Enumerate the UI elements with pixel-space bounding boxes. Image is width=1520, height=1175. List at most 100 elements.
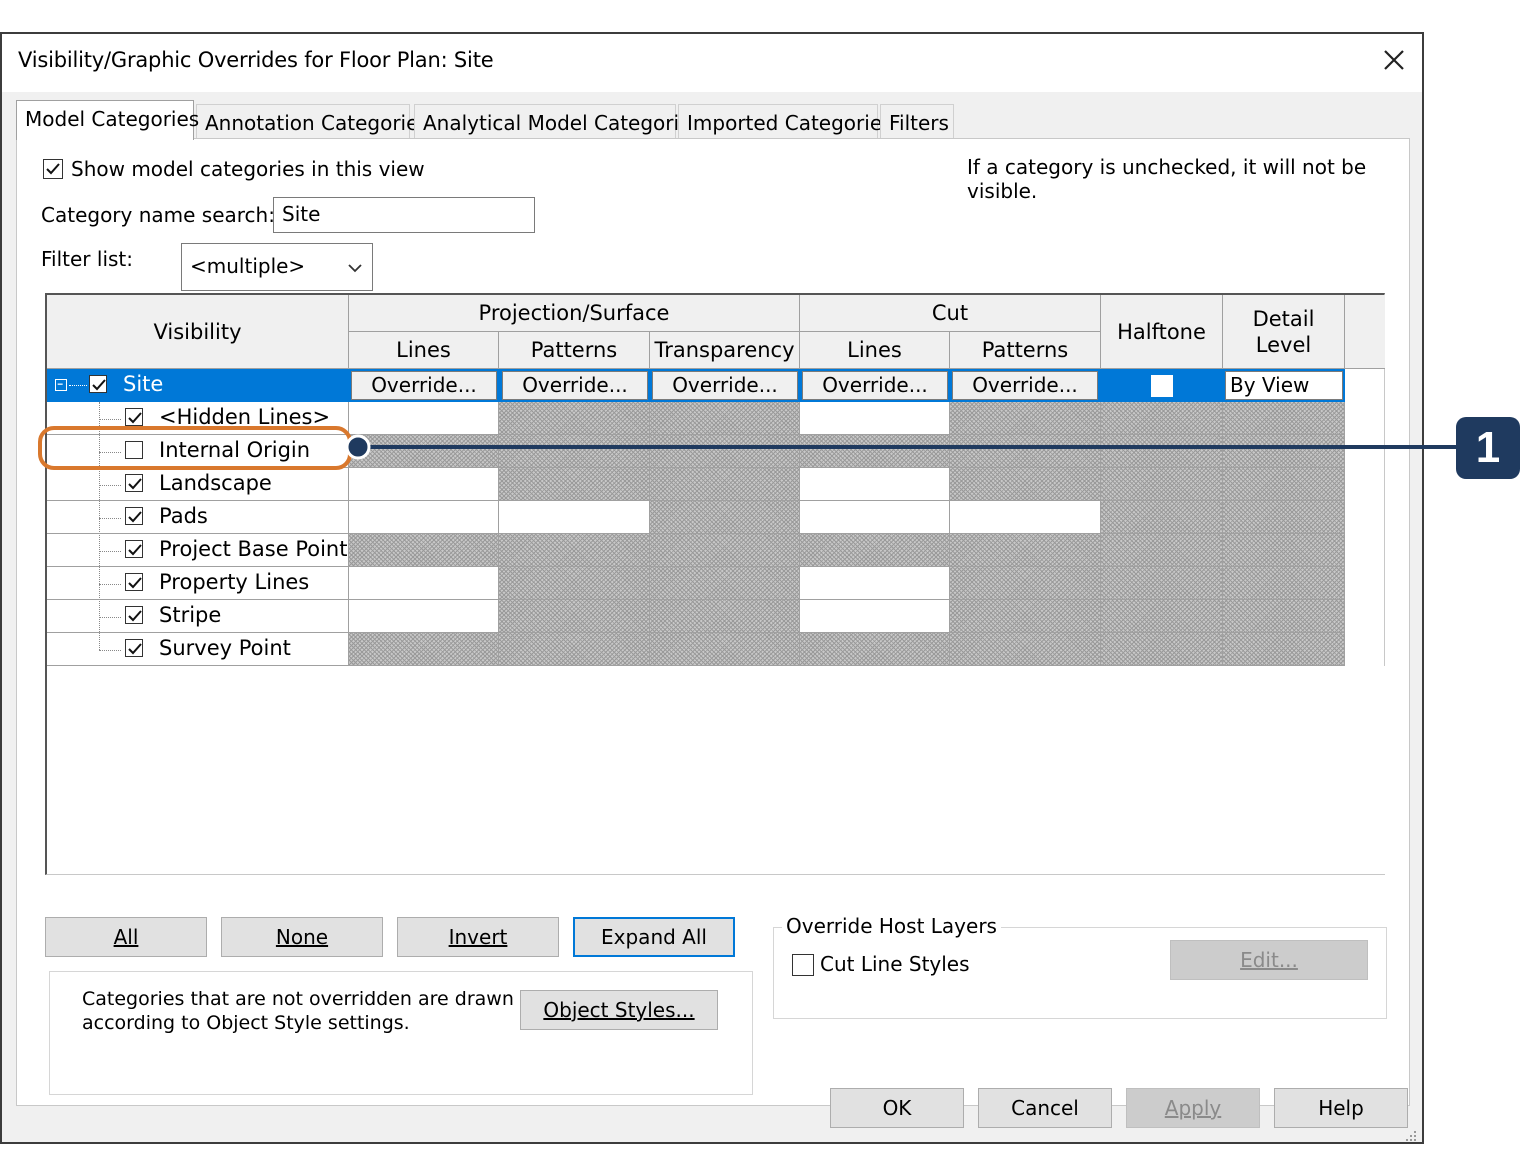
tab-filters[interactable]: Filters [880,104,954,140]
cut-lines-cell[interactable] [800,468,950,501]
visibility-checkbox[interactable] [125,474,143,492]
invert-button[interactable]: Invert [397,917,559,957]
visibility-checkbox[interactable] [125,408,143,426]
show-model-categories-label: Show model categories in this view [71,157,425,181]
visibility-checkbox[interactable] [125,573,143,591]
cut-lines-cell[interactable] [800,600,950,633]
cut-line-styles-checkbox[interactable] [792,954,814,976]
row-name: Landscape [159,471,272,495]
all-button[interactable]: All [45,917,207,957]
tab-annotation-categories[interactable]: Annotation Categories [196,104,429,140]
detail-level-header: Detail Level [1223,295,1345,369]
override-transparency-button[interactable]: Override... [652,371,798,400]
cut-lines-cell[interactable] [800,567,950,600]
proj-lines-cell[interactable] [349,468,499,501]
cut-lines-cell[interactable] [800,402,950,435]
apply-button[interactable]: Apply [1126,1088,1260,1128]
table-row[interactable]: Internal Origin [47,435,1345,468]
tree-connector [99,551,121,552]
tree-connector [99,419,121,420]
table-row[interactable]: Pads [47,501,1345,534]
proj-patterns-cell [499,468,650,501]
transparency-cell [650,402,800,435]
tree-connector [99,518,121,519]
cut-patterns-cell[interactable] [950,501,1101,534]
cut-lines-cell[interactable] [800,501,950,534]
row-name-cell: Property Lines [47,567,349,600]
cancel-button[interactable]: Cancel [978,1088,1112,1128]
table-row[interactable]: Survey Point [47,633,1345,666]
row-name-cell: Landscape [47,468,349,501]
close-icon[interactable] [1378,44,1410,76]
proj-patterns-cell [499,633,650,666]
callout-number: 1 [1475,423,1501,472]
ok-button[interactable]: OK [830,1088,964,1128]
table-row-site[interactable]: Site Override... Override... Override...… [47,369,1345,402]
override-proj-patterns-button[interactable]: Override... [502,371,648,400]
category-search-value: Site [282,202,321,226]
object-styles-button[interactable]: Object Styles... [520,990,718,1030]
table-row[interactable]: Landscape [47,468,1345,501]
proj-lines-cell[interactable] [349,567,499,600]
help-button[interactable]: Help [1274,1088,1408,1128]
tab-analytical-model-categories[interactable]: Analytical Model Categories [414,104,702,140]
tree-connector [99,617,121,618]
none-button[interactable]: None [221,917,383,957]
table-row[interactable]: Project Base Point [47,534,1345,567]
row-name: Survey Point [159,636,291,660]
show-model-categories-checkbox[interactable] [43,159,63,179]
button-label: Override... [522,373,628,397]
proj-lines-cell[interactable] [349,600,499,633]
site-visibility-checkbox[interactable] [89,375,107,393]
detail-level-cell [1223,600,1345,633]
object-styles-group: Categories that are not overridden are d… [49,971,753,1095]
expand-all-button[interactable]: Expand All [573,917,735,957]
detail-level-value: By View [1230,373,1310,397]
header-label: Transparency [654,338,795,362]
tab-imported-categories[interactable]: Imported Categories [678,104,893,140]
halftone-cell [1101,567,1223,600]
row-name-cell: <Hidden Lines> [47,402,349,435]
cut-patterns-cell [950,435,1101,468]
category-search-input[interactable]: Site [273,197,535,233]
tab-label: Model Categories [25,107,200,131]
override-proj-lines-button[interactable]: Override... [351,371,497,400]
row-name: Stripe [159,603,222,627]
button-label: Override... [972,373,1078,397]
model-categories-panel: Show model categories in this view If a … [16,138,1410,1106]
proj-lines-cell[interactable] [349,501,499,534]
table-row[interactable]: Stripe [47,600,1345,633]
override-cut-patterns-button[interactable]: Override... [952,371,1098,400]
edit-button[interactable]: Edit... [1170,940,1368,980]
visibility-checkbox[interactable] [125,441,143,459]
override-cut-lines-button[interactable]: Override... [802,371,948,400]
cut-patterns-cell [950,468,1101,501]
resize-grip-icon[interactable] [1402,1124,1418,1141]
proj-lines-cell[interactable] [349,402,499,435]
visibility-checkbox[interactable] [125,606,143,624]
visibility-checkbox[interactable] [125,507,143,525]
proj-lines-cell [349,435,499,468]
detail-level-field[interactable]: By View [1225,371,1343,400]
row-name: Project Base Point [159,537,348,561]
filter-list-dropdown[interactable]: <multiple> [181,243,373,291]
proj-lines-header: Lines [349,332,499,369]
halftone-checkbox[interactable] [1151,375,1173,397]
visibility-checkbox[interactable] [125,540,143,558]
proj-patterns-cell[interactable] [499,501,650,534]
cut-patterns-cell [950,633,1101,666]
transparency-cell [650,501,800,534]
category-search-label: Category name search: [41,203,275,227]
table-row[interactable]: Property Lines [47,567,1345,600]
button-label: Edit... [1240,948,1298,972]
button-label: Override... [672,373,778,397]
collapse-icon[interactable] [55,379,67,391]
table-row[interactable]: <Hidden Lines> [47,402,1345,435]
button-label: None [275,925,329,949]
tree-connector [69,385,87,386]
halftone-cell [1101,501,1223,534]
visibility-checkbox[interactable] [125,639,143,657]
visibility-hint: If a category is unchecked, it will not … [967,155,1367,203]
header-label: Visibility [153,319,242,344]
tab-model-categories[interactable]: Model Categories [16,100,199,140]
